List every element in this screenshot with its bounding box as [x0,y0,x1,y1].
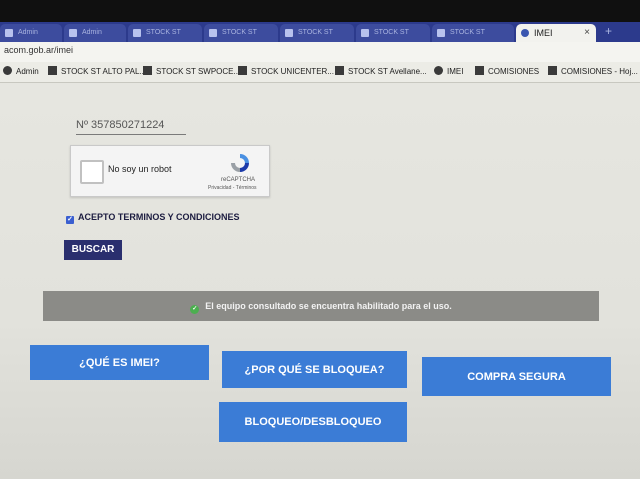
sheet-icon [548,66,557,75]
sheet-icon [143,66,152,75]
bookmark-comisiones[interactable]: COMISIONES [475,66,539,76]
drop-icon [434,66,443,75]
captcha-links[interactable]: Privacidad - Términos [208,185,257,191]
sheet-icon [437,29,445,37]
sheet-icon [285,29,293,37]
sheet-icon [361,29,369,37]
tab-stock-5[interactable]: STOCK ST [432,24,514,42]
safe-purchase-button[interactable]: COMPRA SEGURA [422,357,611,396]
sheet-icon [209,29,217,37]
address-bar[interactable]: acom.gob.ar/imei [0,42,640,62]
tab-stock-1[interactable]: STOCK ST [128,24,202,42]
close-tab-icon[interactable]: × [584,24,590,42]
tab-strip: Admin Admin STOCK ST STOCK ST STOCK ST S… [0,22,640,42]
bookmark-comisiones-hoja[interactable]: COMISIONES - Hoj... [548,66,638,76]
sheet-icon [238,66,247,75]
gear-icon [3,66,12,75]
page-content: Nº 357850271224 No soy un robot reCAPTCH… [0,83,640,479]
tab-favicon [5,29,13,37]
sheet-icon [335,66,344,75]
why-blocked-button[interactable]: ¿POR QUÉ SE BLOQUEA? [222,351,407,388]
recaptcha-logo-icon [231,154,249,172]
tab-stock-4[interactable]: STOCK ST [356,24,430,42]
tab-stock-3[interactable]: STOCK ST [280,24,354,42]
captcha-checkbox[interactable] [80,160,104,184]
status-message-bar: ✓ El equipo consultado se encuentra habil… [43,291,599,321]
bookmark-stock-avellaneda[interactable]: STOCK ST Avellane... [335,66,427,76]
sheet-icon [133,29,141,37]
terms-label: ACEPTO TERMINOS Y CONDICIONES [78,212,240,222]
search-button[interactable]: BUSCAR [64,240,122,260]
recaptcha-widget: No soy un robot reCAPTCHA Privacidad - T… [70,145,270,197]
what-is-imei-button[interactable]: ¿QUÉ ES IMEI? [30,345,209,380]
block-unblock-button[interactable]: BLOQUEO/DESBLOQUEO [219,402,407,442]
new-tab-button[interactable]: + [605,24,612,38]
bookmark-imei[interactable]: IMEI [434,66,463,76]
check-circle-icon: ✓ [190,305,200,314]
bookmarks-bar: Admin STOCK ST ALTO PAL... STOCK ST SWPO… [0,62,640,83]
captcha-brand: reCAPTCHA [221,177,256,183]
bookmark-stock-swpoce[interactable]: STOCK ST SWPOCE... [143,66,240,76]
bookmark-stock-alto-palermo[interactable]: STOCK ST ALTO PAL... [48,66,146,76]
screen-bezel [0,0,640,22]
tab-admin-2[interactable]: Admin [64,24,126,42]
sheet-icon [48,66,57,75]
tab-imei-active[interactable]: IMEI × [516,24,596,42]
terms-checkbox[interactable]: ✓ [66,216,74,224]
drop-icon [521,29,529,37]
status-message: El equipo consultado se encuentra habili… [205,301,452,311]
sheet-icon [475,66,484,75]
bookmark-stock-unicenter[interactable]: STOCK UNICENTER... [238,66,334,76]
bookmark-admin[interactable]: Admin [3,66,39,76]
tab-favicon [69,29,77,37]
tab-stock-2[interactable]: STOCK ST [204,24,278,42]
terms-checkbox-row[interactable]: ✓ ACEPTO TERMINOS Y CONDICIONES [66,212,240,224]
captcha-label: No soy un robot [108,164,172,174]
imei-input[interactable]: Nº 357850271224 [76,116,186,135]
tab-admin-1[interactable]: Admin [0,24,62,42]
url-text: acom.gob.ar/imei [4,45,74,55]
